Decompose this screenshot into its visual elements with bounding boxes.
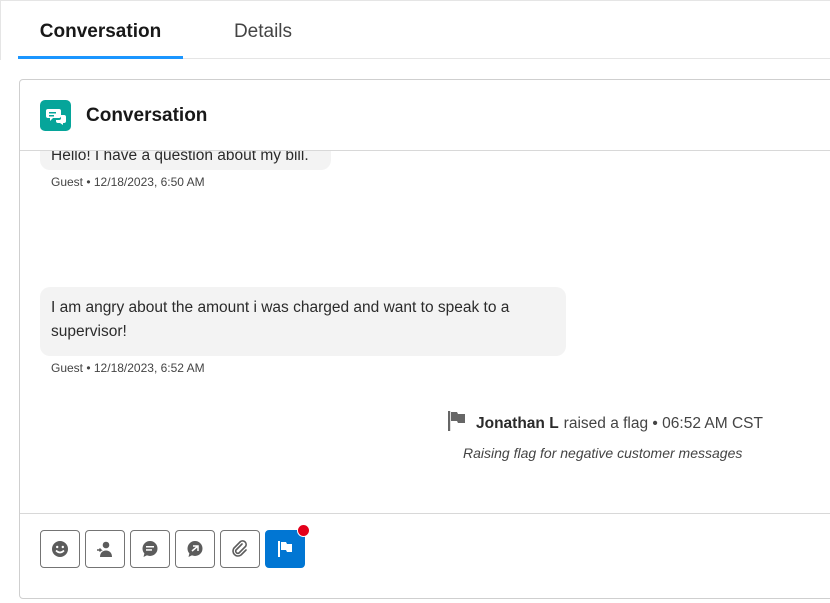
attachment-icon (232, 540, 247, 557)
end-chat-icon (187, 541, 203, 557)
attach-button[interactable] (220, 530, 260, 568)
tab-bar: Conversation Details (18, 0, 830, 59)
flag-icon (278, 541, 292, 557)
message-feed[interactable]: Hello! I have a question about my bill. … (20, 151, 830, 513)
transfer-button[interactable] (85, 530, 125, 568)
flag-action: raised a flag • 06:52 AM CST (563, 414, 763, 432)
conversation-card: Conversation Hello! I have a question ab… (19, 79, 830, 599)
message-bubble: I am angry about the amount i was charge… (40, 287, 566, 356)
card-header: Conversation (20, 80, 830, 151)
message-bubble: Hello! I have a question about my bill. (40, 151, 331, 170)
flag-note: Raising flag for negative customer messa… (463, 445, 743, 461)
quick-text-button[interactable] (130, 530, 170, 568)
left-border (0, 0, 1, 60)
quick-text-icon (142, 541, 158, 557)
notification-dot (297, 524, 310, 537)
end-chat-button[interactable] (175, 530, 215, 568)
raise-flag-button[interactable] (265, 524, 310, 568)
flag-user[interactable]: Jonathan L (476, 415, 559, 433)
message-meta: Guest • 12/18/2023, 6:50 AM (51, 175, 205, 189)
card-title: Conversation (86, 105, 208, 126)
chat-icon (40, 100, 71, 131)
message-meta: Guest • 12/18/2023, 6:52 AM (51, 361, 205, 375)
emoji-icon (52, 541, 68, 557)
flag-icon (447, 410, 467, 437)
transfer-user-icon (97, 541, 112, 557)
tab-details[interactable]: Details (218, 0, 308, 58)
flag-event: Jonathan L raised a flag • 06:52 AM CST (447, 410, 763, 437)
tab-conversation[interactable]: Conversation (18, 0, 183, 59)
emoji-button[interactable] (40, 530, 80, 568)
composer-toolbar (20, 513, 830, 603)
